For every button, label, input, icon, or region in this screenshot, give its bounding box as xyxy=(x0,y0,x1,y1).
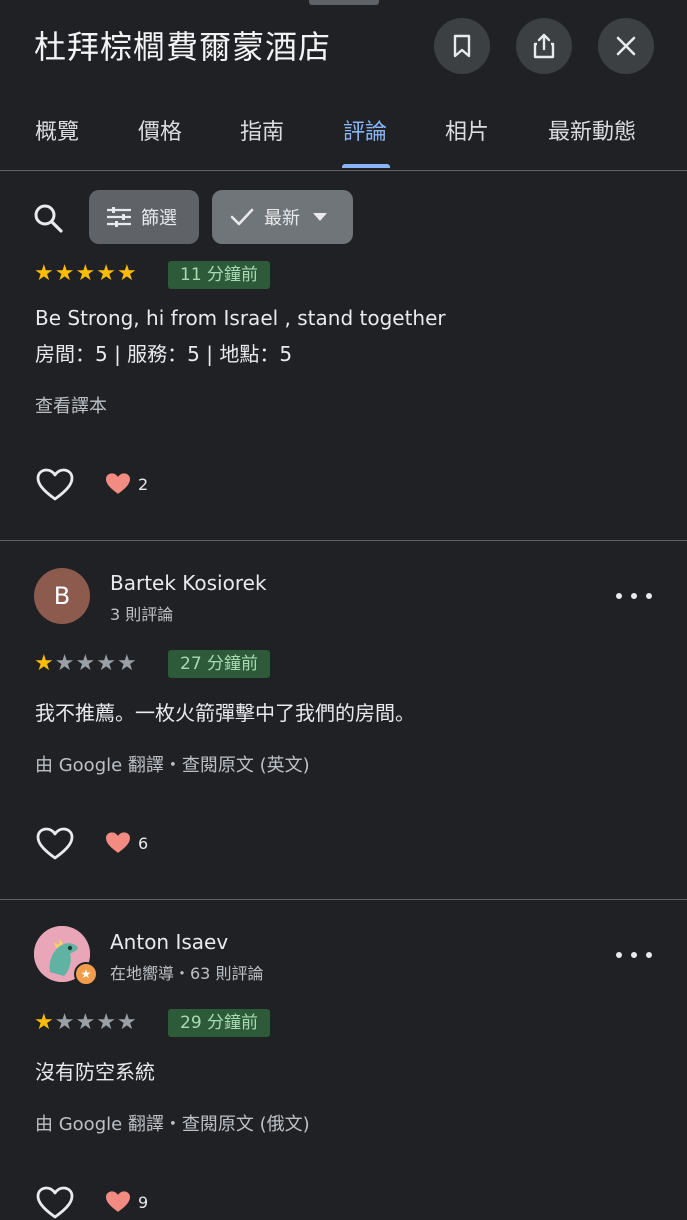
tab-guide[interactable]: 指南 xyxy=(240,114,284,146)
star-rating: ★ ★ ★ ★ ★ xyxy=(34,652,137,676)
tab-updates[interactable]: 最新動態 xyxy=(548,114,636,146)
reviewer-name[interactable]: Anton Isaev xyxy=(110,930,228,954)
dot-icon xyxy=(631,952,637,958)
star-icon: ★ xyxy=(34,261,54,286)
share-button[interactable] xyxy=(516,18,572,74)
reviewer-name[interactable]: Bartek Kosiorek xyxy=(110,571,267,595)
red-heart-icon xyxy=(106,1191,130,1212)
search-icon xyxy=(34,204,63,233)
star-icon: ★ xyxy=(75,1010,96,1035)
dot-icon xyxy=(646,952,652,958)
review-divider xyxy=(0,540,687,541)
check-icon xyxy=(230,208,254,226)
dot-icon xyxy=(616,593,622,599)
review-text: Be Strong, hi from Israel , stand togeth… xyxy=(35,306,446,330)
dot-icon xyxy=(631,593,637,599)
see-translation-link[interactable]: 查看譯本 xyxy=(35,392,107,418)
star-icon: ★ xyxy=(34,1010,54,1035)
reviewer-meta: 3 則評論 xyxy=(110,605,174,624)
avatar[interactable]: ★ xyxy=(34,926,98,986)
star-icon: ★ xyxy=(96,261,116,286)
review-detail-ratings: 房間：5 | 服務：5 | 地點：5 xyxy=(35,342,293,366)
tab-bar: 概覽 價格 指南 評論 相片 最新動態 xyxy=(0,100,687,171)
search-button[interactable] xyxy=(30,200,66,236)
star-icon: ★ xyxy=(96,1010,116,1035)
like-heart-icon[interactable] xyxy=(36,827,74,861)
reaction-summary[interactable]: 2 xyxy=(104,472,148,496)
star-icon: ★ xyxy=(34,651,54,676)
filter-chip-label: 篩選 xyxy=(141,208,177,229)
page-title: 杜拜棕櫚費爾蒙酒店 xyxy=(34,28,332,66)
translation-note[interactable]: 由 Google 翻譯・查閱原文 (英文) xyxy=(35,751,310,777)
red-heart-icon xyxy=(106,473,130,494)
star-icon: ★ xyxy=(75,651,96,676)
sort-chip[interactable]: 最新 xyxy=(212,190,353,244)
review-time-badge: 11 分鐘前 xyxy=(168,261,271,289)
star-icon: ★ xyxy=(75,261,96,286)
reaction-count: 6 xyxy=(138,833,149,853)
star-rating: ★ ★ ★ ★ ★ xyxy=(34,1011,137,1035)
red-heart-icon xyxy=(106,832,130,853)
reaction-count: 9 xyxy=(138,1192,149,1212)
reaction-summary[interactable]: 9 xyxy=(104,1190,148,1214)
sort-chip-label: 最新 xyxy=(264,208,300,229)
translation-note[interactable]: 由 Google 翻譯・查閱原文 (俄文) xyxy=(35,1110,310,1136)
star-icon: ★ xyxy=(96,651,116,676)
star-icon: ★ xyxy=(54,1010,75,1035)
bookmark-icon xyxy=(453,34,471,58)
star-icon: ★ xyxy=(54,651,75,676)
review-time-badge: 27 分鐘前 xyxy=(168,650,271,678)
star-icon: ★ xyxy=(116,1010,137,1035)
star-icon: ★ xyxy=(116,261,137,286)
active-tab-indicator xyxy=(342,164,390,168)
dot-icon xyxy=(616,952,622,958)
drag-handle[interactable] xyxy=(309,0,379,5)
tab-prices[interactable]: 價格 xyxy=(138,114,182,146)
reaction-count: 2 xyxy=(138,474,149,494)
avatar-letter: B xyxy=(53,582,71,610)
share-icon xyxy=(533,33,555,59)
local-guide-badge-icon: ★ xyxy=(74,962,98,986)
review-divider xyxy=(0,899,687,900)
dropdown-arrow-icon xyxy=(313,213,327,221)
dot-icon xyxy=(646,593,652,599)
review-time-badge: 29 分鐘前 xyxy=(168,1009,271,1037)
like-heart-icon[interactable] xyxy=(36,1186,74,1220)
tab-reviews[interactable]: 評論 xyxy=(343,114,387,146)
tune-icon xyxy=(107,207,131,227)
more-options-button[interactable] xyxy=(616,586,652,606)
star-rating: ★ ★ ★ ★ ★ xyxy=(34,262,137,286)
like-heart-icon[interactable] xyxy=(36,468,74,502)
avatar[interactable]: B xyxy=(34,568,90,624)
close-button[interactable] xyxy=(598,18,654,74)
reviewer-meta: 在地嚮導・63 則評論 xyxy=(110,964,264,983)
star-icon: ★ xyxy=(54,261,75,286)
review-text: 沒有防空系統 xyxy=(35,1060,155,1084)
tab-photos[interactable]: 相片 xyxy=(445,114,489,146)
star-icon: ★ xyxy=(116,651,137,676)
review-text: 我不推薦。一枚火箭彈擊中了我們的房間。 xyxy=(35,701,415,725)
filter-chip[interactable]: 篩選 xyxy=(89,190,199,244)
tab-overview[interactable]: 概覽 xyxy=(35,114,79,146)
save-button[interactable] xyxy=(434,18,490,74)
more-options-button[interactable] xyxy=(616,945,652,965)
close-icon xyxy=(616,36,636,56)
reaction-summary[interactable]: 6 xyxy=(104,831,148,855)
